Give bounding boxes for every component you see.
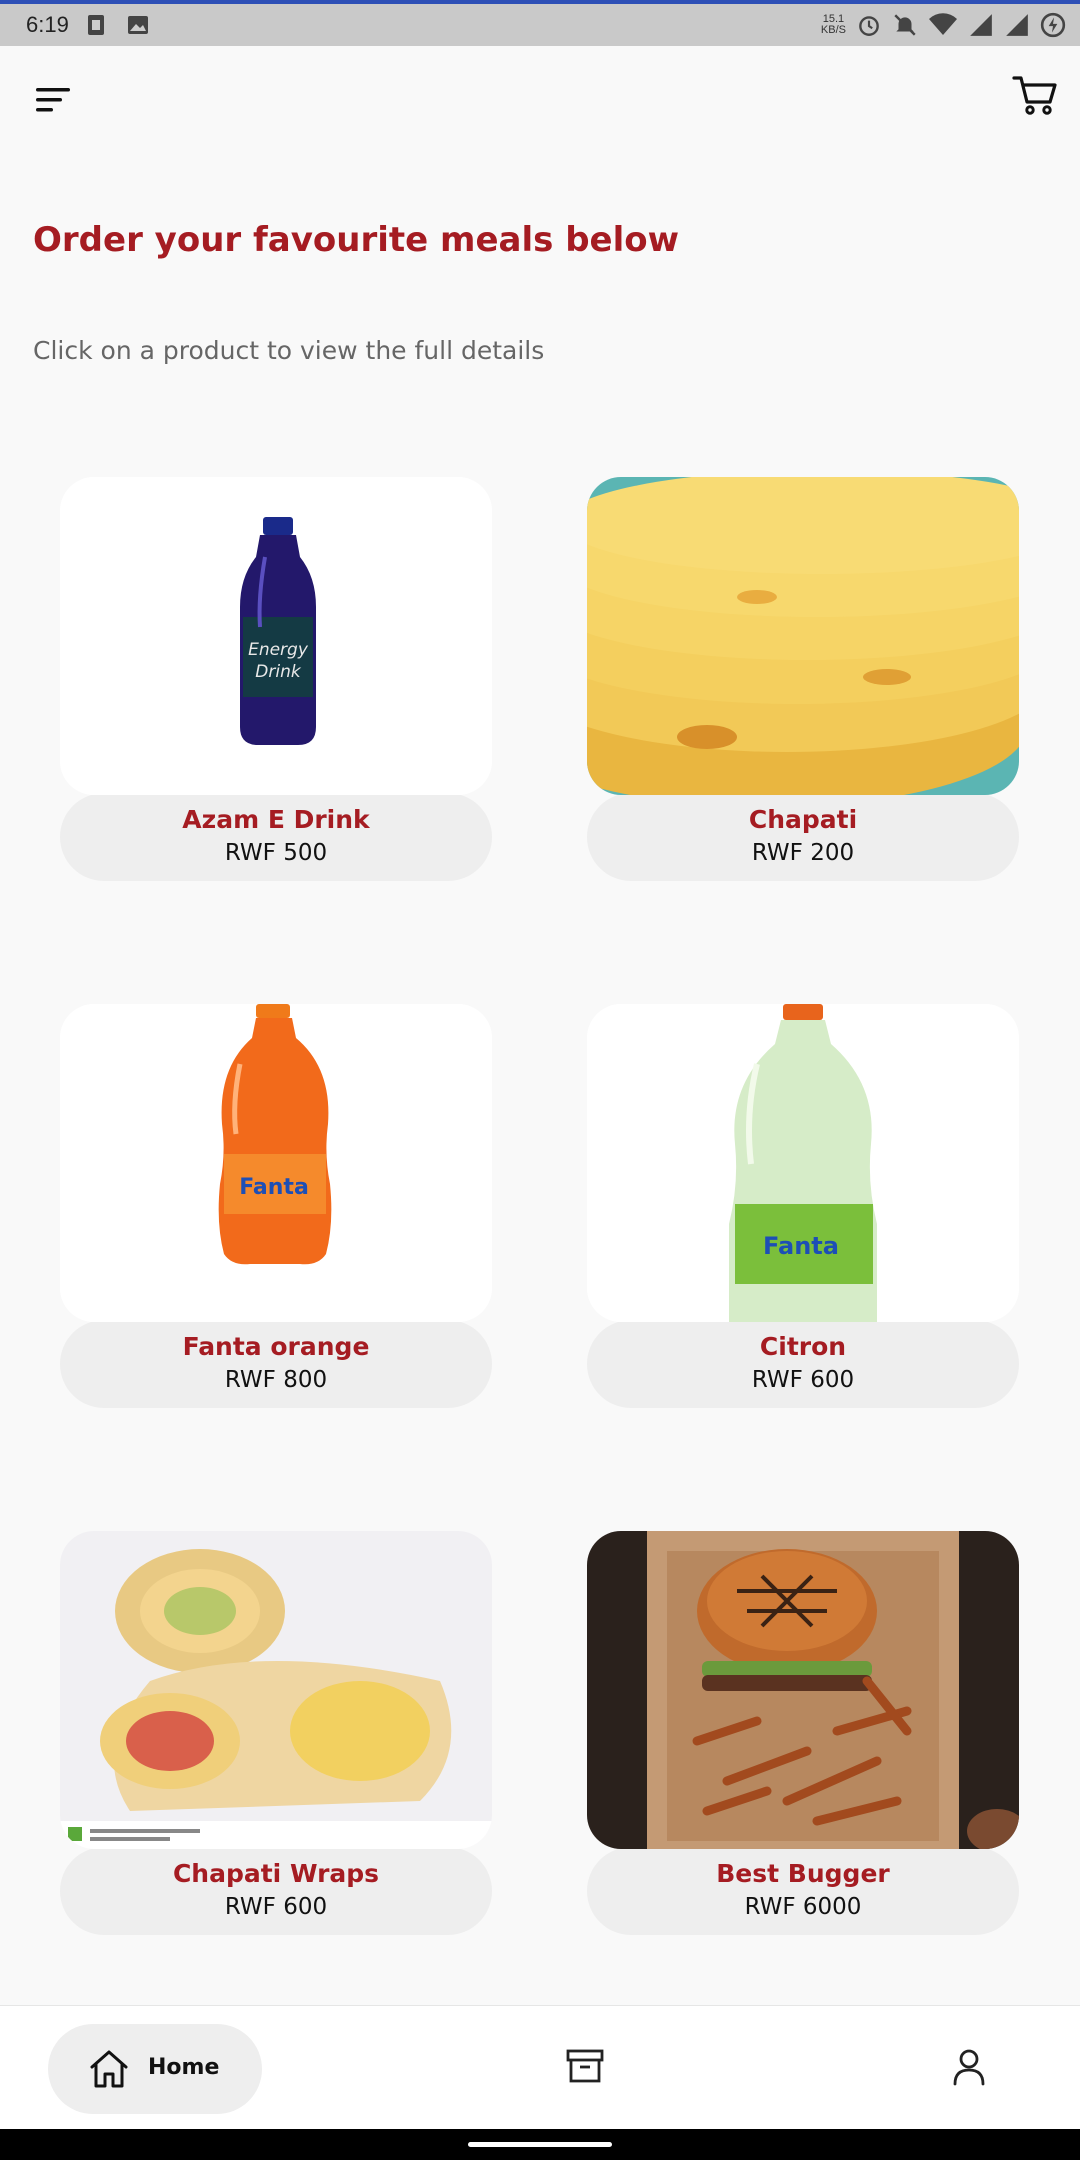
sim-icon <box>88 15 104 35</box>
svg-text:Drink: Drink <box>255 662 302 682</box>
product-price: RWF 600 <box>224 1894 328 1920</box>
product-name: Chapati Wraps <box>172 1859 380 1888</box>
svg-text:Fanta: Fanta <box>239 1175 309 1200</box>
nav-home-label: Home <box>148 2055 220 2080</box>
system-navigation-bar <box>0 2129 1080 2160</box>
status-time: 6:19 <box>26 12 69 37</box>
status-bar: 6:19 15.1 KB/S <box>0 0 1080 46</box>
product-price: RWF 6000 <box>744 1894 862 1920</box>
product-price: RWF 600 <box>751 1367 855 1393</box>
product-price: RWF 800 <box>224 1367 328 1393</box>
fanta-citron-bottle-icon: Fanta <box>587 1004 1019 1322</box>
cart-icon[interactable] <box>1012 74 1058 116</box>
page-title: Order your favourite meals below <box>33 220 680 260</box>
product-info[interactable]: Fanta orange RWF 800 <box>60 1320 492 1408</box>
battery-icon <box>1040 12 1066 38</box>
chapati-wraps-icon <box>60 1531 492 1849</box>
product-image[interactable] <box>587 477 1019 795</box>
product-info[interactable]: Best Bugger RWF 6000 <box>587 1847 1019 1935</box>
product-name: Chapati <box>748 805 858 834</box>
product-name: Fanta orange <box>182 1332 370 1361</box>
product-image[interactable]: Fanta <box>587 1004 1019 1322</box>
product-info[interactable]: Chapati Wraps RWF 600 <box>60 1847 492 1935</box>
product-card-chapati-wraps[interactable]: Chapati Wraps RWF 600 <box>60 1531 492 1935</box>
svg-text:Energy: Energy <box>248 640 309 660</box>
mute-icon <box>894 14 916 36</box>
product-price: RWF 200 <box>751 840 855 866</box>
product-card-best-bugger[interactable]: Best Bugger RWF 6000 <box>587 1531 1019 1935</box>
image-icon <box>128 16 148 34</box>
fanta-orange-bottle-icon: Fanta <box>60 1004 492 1322</box>
network-speed: 15.1 KB/S <box>820 13 846 36</box>
burger-fries-box-icon <box>587 1531 1019 1849</box>
nav-home-tab[interactable]: Home <box>48 2024 262 2114</box>
svg-text:Fanta: Fanta <box>763 1232 839 1260</box>
signal-icon <box>970 14 992 36</box>
product-info[interactable]: Citron RWF 600 <box>587 1320 1019 1408</box>
product-image[interactable] <box>587 1531 1019 1849</box>
product-card-citron[interactable]: Fanta Citron RWF 600 <box>587 1004 1019 1408</box>
product-name: Citron <box>759 1332 847 1361</box>
product-info[interactable]: Azam E Drink RWF 500 <box>60 793 492 881</box>
home-icon <box>90 2050 128 2088</box>
product-card-fanta-orange[interactable]: Fanta Fanta orange RWF 800 <box>60 1004 492 1408</box>
wifi-icon <box>929 13 957 35</box>
energy-drink-bottle-icon: Energy Drink <box>60 477 492 795</box>
bottom-navigation: Home <box>0 2005 1080 2129</box>
product-card-chapati[interactable]: Chapati RWF 200 <box>587 477 1019 881</box>
page-subtitle: Click on a product to view the full deta… <box>33 336 545 365</box>
profile-icon[interactable] <box>952 2048 986 2086</box>
product-image[interactable] <box>60 1531 492 1849</box>
product-card-azam-e-drink[interactable]: Energy Drink Azam E Drink RWF 500 <box>60 477 492 881</box>
menu-icon[interactable] <box>34 86 74 116</box>
product-name: Best Bugger <box>716 1859 890 1888</box>
alarm-icon <box>859 16 879 36</box>
home-gesture-handle[interactable] <box>468 2142 612 2147</box>
product-image[interactable]: Energy Drink <box>60 477 492 795</box>
product-name: Azam E Drink <box>182 805 370 834</box>
chapati-stack-icon <box>587 477 1019 795</box>
product-image[interactable]: Fanta <box>60 1004 492 1322</box>
product-price: RWF 500 <box>224 840 328 866</box>
orders-icon[interactable] <box>566 2048 604 2084</box>
signal-icon <box>1006 14 1028 36</box>
product-info[interactable]: Chapati RWF 200 <box>587 793 1019 881</box>
